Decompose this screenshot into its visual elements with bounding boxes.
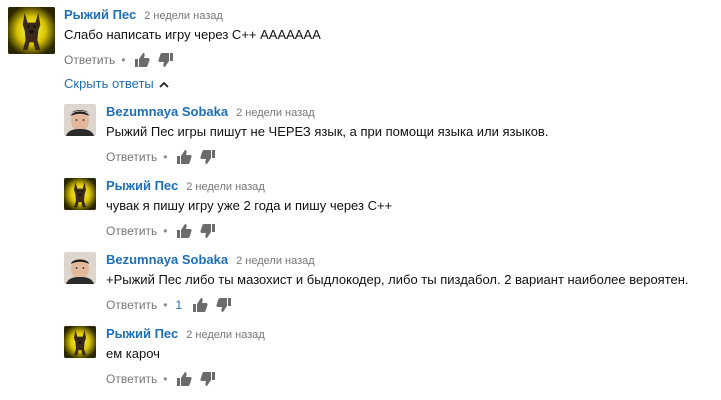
thumbs-up-icon[interactable] [134,52,150,68]
thumbs-down-icon[interactable] [216,297,232,313]
avatar[interactable] [8,7,55,54]
separator-dot: • [163,298,168,312]
comment-text: +Рыжий Пес либо ты мазохист и быдлокодер… [106,272,689,287]
comment-text: чувак я пишу игру уже 2 года и пишу чере… [106,198,393,213]
fox-dog-avatar-image [64,178,96,210]
comment-actions: Ответить • [106,370,265,388]
reply-button[interactable]: Ответить [106,224,157,238]
separator-dot: • [163,372,168,386]
comment-time[interactable]: 2 недели назад [236,255,315,267]
hide-replies-button[interactable]: Скрыть ответы [64,76,169,91]
separator-dot: • [163,150,168,164]
author-name[interactable]: Bezumnaya Sobaka [106,252,228,267]
comment-time[interactable]: 2 недели назад [186,329,265,341]
fox-dog-avatar-image [8,7,55,54]
author-name[interactable]: Рыжий Пес [64,7,136,22]
reply-button[interactable]: Ответить [106,372,157,386]
like-count: 1 [175,298,183,312]
reply-button[interactable]: Ответить [106,150,157,164]
comment-time[interactable]: 2 недели назад [144,10,223,22]
author-name[interactable]: Рыжий Пес [106,178,178,193]
separator-dot: • [121,53,126,67]
separator-dot: • [163,224,168,238]
avatar[interactable] [64,326,96,358]
comment-thread: Рыжий Пес 2 недели назад Слабо написать … [0,0,721,400]
avatar[interactable] [64,252,96,284]
thumbs-down-icon[interactable] [157,52,174,68]
thumbs-up-icon[interactable] [176,223,192,239]
avatar[interactable] [64,104,96,136]
thumbs-up-icon[interactable] [192,297,208,313]
comment-text: ем кароч [106,346,160,361]
thumbs-up-icon[interactable] [176,371,192,387]
thumbs-down-icon[interactable] [199,223,216,239]
avatar[interactable] [64,178,96,210]
man-portrait-avatar-image [64,104,96,136]
reply-button[interactable]: Ответить [106,298,157,312]
comment-actions: Ответить • [64,51,321,69]
chevron-up-icon [159,76,169,91]
comment-time[interactable]: 2 недели назад [186,181,265,193]
author-name[interactable]: Bezumnaya Sobaka [106,104,228,119]
comment-text: Слабо написать игру через С++ ААААААА [64,27,321,42]
comment-actions: Ответить • [106,222,392,240]
comment-text: Рыжий Пес игры пишут не ЧЕРЕЗ язык, а пр… [106,124,549,139]
comment-actions: Ответить • [106,148,548,166]
comment-time[interactable]: 2 недели назад [236,107,315,119]
comment-actions: Ответить • 1 [106,296,689,314]
thumbs-down-icon[interactable] [199,371,216,387]
fox-dog-avatar-image [64,326,96,358]
man-portrait-avatar-image [64,252,96,284]
thumbs-up-icon[interactable] [176,149,192,165]
hide-replies-label: Скрыть ответы [64,76,154,91]
reply-button[interactable]: Ответить [64,53,115,67]
thumbs-down-icon[interactable] [199,149,216,165]
author-name[interactable]: Рыжий Пес [106,326,178,341]
